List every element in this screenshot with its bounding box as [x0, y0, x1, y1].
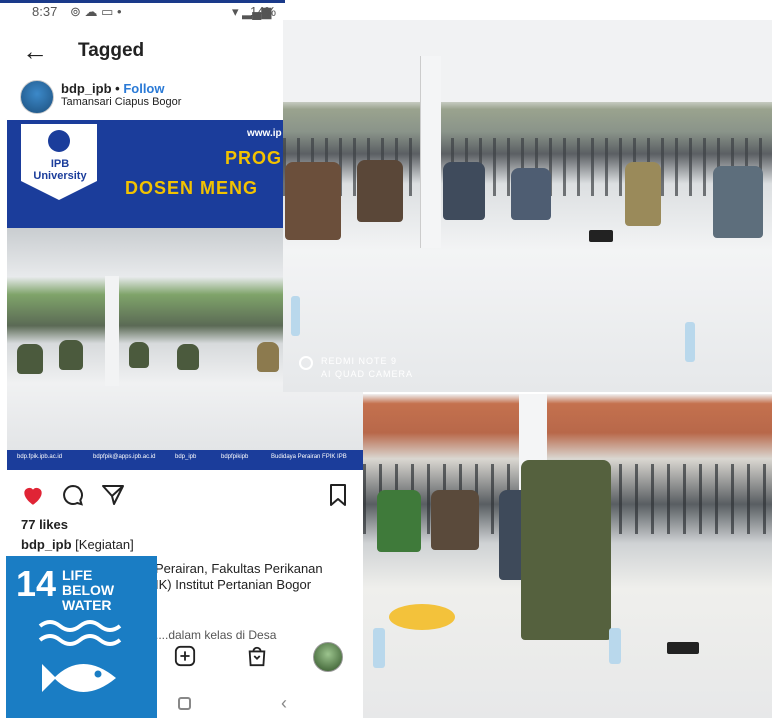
photo-food-plate	[389, 604, 455, 630]
sdg-label-line: BELOW WATER	[62, 582, 115, 613]
photo-pillar	[420, 56, 441, 248]
footer-link: bdpfpikipb	[221, 454, 249, 460]
banner-website: www.ip	[247, 128, 282, 139]
caption-text: [Kegiatan]	[75, 537, 134, 552]
camera-watermark: REDMI NOTE 9	[321, 356, 398, 366]
photo-person	[713, 166, 763, 238]
sdg-label-line: LIFE	[62, 567, 93, 583]
photo-person	[59, 340, 83, 370]
status-time: 8:37	[32, 4, 58, 19]
profile-avatar[interactable]	[313, 642, 343, 672]
battery-level: 14%	[250, 4, 277, 19]
shop-icon[interactable]	[246, 645, 268, 667]
fish-icon	[38, 620, 122, 692]
photo-water-bottle	[685, 322, 695, 362]
status-icons: ⊚ ☁ ▭ •	[70, 4, 122, 19]
photo-device	[667, 642, 699, 654]
photo-person	[285, 162, 341, 240]
photo-projector	[589, 230, 613, 242]
system-back-icon[interactable]: ‹	[281, 693, 287, 714]
photo-person	[511, 168, 551, 220]
photo-person	[129, 342, 149, 368]
account-avatar[interactable]	[20, 80, 54, 114]
caption-line: ....dalam kelas di Desa	[155, 628, 277, 642]
photo-ceiling	[283, 20, 772, 102]
footer-link: Budidaya Perairan FPIK IPB	[271, 454, 347, 460]
ipb-logo-emblem	[48, 130, 70, 152]
status-bar: 8:37 ⊚ ☁ ▭ • ▾ ▂▄▆ 14%	[0, 0, 285, 22]
caption-user[interactable]: bdp_ipb	[21, 537, 72, 552]
follow-button[interactable]: Follow	[123, 81, 164, 96]
photo-person	[625, 162, 661, 226]
photo-speaker-person	[521, 460, 611, 640]
share-icon[interactable]	[101, 483, 125, 507]
account-line: bdp_ipb • Follow	[61, 81, 165, 96]
camera-watermark-icon	[299, 356, 313, 370]
photo-water-bottle	[291, 296, 300, 336]
new-post-icon[interactable]	[174, 645, 196, 667]
photo-person	[257, 342, 279, 372]
photo-person	[431, 490, 479, 550]
separator: •	[111, 81, 124, 96]
photo-person	[177, 344, 199, 370]
back-arrow-icon[interactable]: ←	[22, 38, 48, 64]
sdg-label: LIFE BELOW WATER	[62, 568, 157, 613]
likes-count[interactable]: 77 likes	[21, 517, 68, 532]
bookmark-icon[interactable]	[328, 483, 348, 507]
sdg14-tile: 14 LIFE BELOW WATER	[6, 556, 157, 718]
photo-person	[377, 490, 421, 552]
photo-speaker	[363, 394, 772, 718]
photo-person	[17, 344, 43, 374]
photo-group-meeting: REDMI NOTE 9 AI QUAD CAMERA	[283, 20, 772, 392]
caption: bdp_ipb [Kegiatan]	[21, 537, 134, 552]
banner-line-1: PROG	[225, 148, 283, 168]
post-location[interactable]: Tamansari Ciapus Bogor	[61, 96, 181, 108]
sdg-number: 14	[16, 563, 57, 604]
photo-person	[357, 160, 403, 222]
camera-watermark: AI QUAD CAMERA	[321, 369, 414, 379]
ipb-logo-text: IPB University	[33, 158, 87, 182]
banner-footer: bdp.fpik.ipb.ac.id bdpfpik@apps.ipb.ac.i…	[7, 450, 363, 470]
caption-line: IK) Institut Pertanian Bogor	[155, 577, 312, 592]
photo-pillar	[105, 276, 119, 386]
page-title: Tagged	[78, 40, 145, 61]
photo-water-bottle	[609, 628, 621, 664]
photo-water-bottle	[373, 628, 385, 668]
system-home-icon[interactable]	[178, 697, 191, 710]
footer-link: bdpfpik@apps.ipb.ac.id	[93, 454, 156, 460]
banner-line-2: DOSEN MENG	[125, 178, 259, 198]
comment-icon[interactable]	[61, 483, 85, 507]
heart-icon[interactable]	[20, 482, 46, 508]
footer-link: bdp_ipb	[175, 454, 197, 460]
photo-person	[443, 162, 485, 220]
footer-link: bdp.fpik.ipb.ac.id	[17, 454, 63, 460]
account-name[interactable]: bdp_ipb	[61, 81, 112, 96]
caption-line: Perairan, Fakultas Perikanan	[155, 561, 323, 576]
